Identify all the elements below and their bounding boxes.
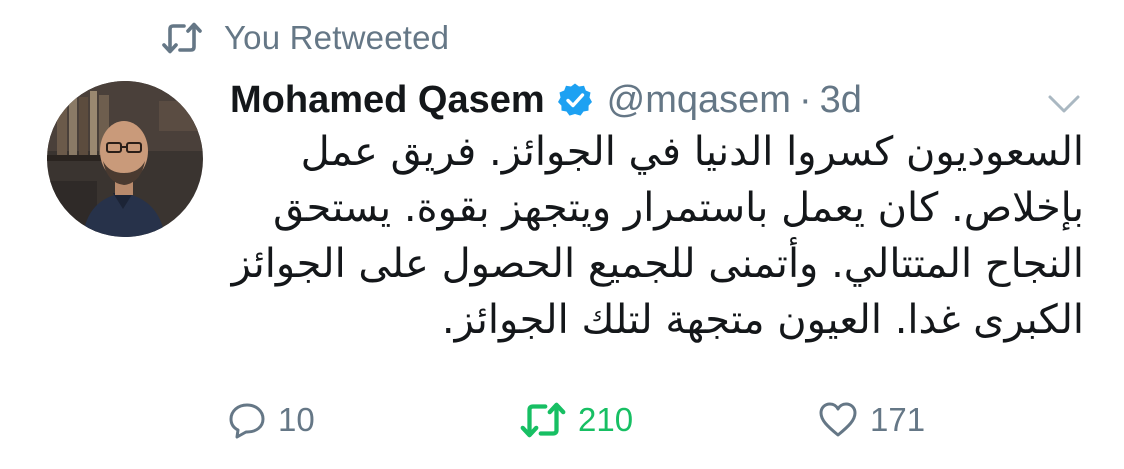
like-count: 171 <box>870 401 926 438</box>
author-name[interactable]: Mohamed Qasem <box>230 79 545 122</box>
avatar[interactable] <box>47 81 203 237</box>
like-button[interactable]: 171 <box>818 394 925 446</box>
tweet-text: السعوديون كسروا الدنيا في الجوائز. فريق … <box>222 124 1084 348</box>
reply-count: 10 <box>278 401 315 438</box>
social-context: You Retweeted <box>162 16 449 60</box>
avatar-image <box>47 81 203 237</box>
author-handle[interactable]: @mqasem <box>607 79 791 122</box>
tweet-text-line: النجاح المتتالي. وأتمنى للجميع الحصول عل… <box>231 241 1084 287</box>
retweet-button[interactable]: 210 <box>520 394 633 446</box>
tweet-text-line: بإخلاص. كان يعمل باستمرار ويتجهز بقوة. ي… <box>273 185 1084 231</box>
reply-icon <box>229 403 265 439</box>
reply-button[interactable]: 10 <box>228 394 315 446</box>
retweet-count: 210 <box>578 401 634 438</box>
verified-badge-icon <box>557 83 592 116</box>
tweet-text-line: السعوديون كسروا الدنيا في الجوائز. فريق … <box>300 129 1084 175</box>
tweet-text-line: الكبرى غدا. العيون متجهة لتلك الجوائز. <box>441 297 1084 343</box>
tweet-actions: 10 210 171 <box>228 394 988 446</box>
heart-icon <box>819 402 857 437</box>
social-context-text: You Retweeted <box>224 19 450 56</box>
retweet-icon <box>162 22 202 54</box>
chevron-down-icon[interactable] <box>1044 90 1084 118</box>
tweet-timestamp[interactable]: 3d <box>820 79 862 122</box>
separator-dot: · <box>798 78 812 121</box>
tweet-header: Mohamed Qasem @mqasem · 3d <box>230 74 862 126</box>
retweet-icon <box>520 402 566 438</box>
